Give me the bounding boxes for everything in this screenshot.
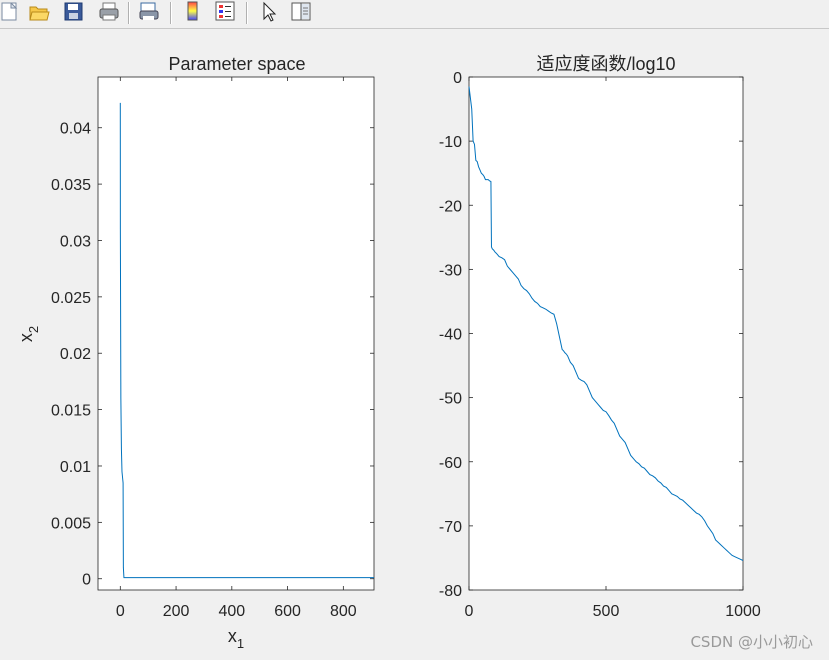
y-tick-label: -60 [439,455,462,472]
y-axis-label-main: x [16,333,36,342]
print-icon[interactable] [98,0,120,24]
colorbar-icon[interactable] [182,0,204,24]
y-tick-label: -50 [439,391,462,408]
property-editor-icon[interactable] [290,0,312,24]
figure-svg: 0 200 400 600 80000.0050.010.0150.020.0250.0… [16,54,761,651]
x-tick-label: 200 [163,603,190,620]
y-tick-label: 0.015 [51,403,91,420]
figure-toolbar [0,0,829,29]
x-tick-label: 1000 [725,603,761,620]
y-tick-label: -80 [439,583,462,600]
y-axis-label-subscript: 2 [26,326,41,333]
pointer-arrow-icon[interactable] [258,0,280,24]
axes-box [97,76,375,591]
x-tick-label: 0 [465,603,474,620]
y-axis-label: x2 [16,326,41,342]
x-axis-label: x1 [228,626,244,651]
x-axis-label-subscript: 1 [237,636,244,651]
chart-title: 适应度函数/log10 [536,54,675,74]
y-tick-label: -70 [439,519,462,536]
y-tick-label: 0.01 [60,459,91,476]
y-tick-label: -30 [439,262,462,279]
x-tick-label: 0 [116,603,125,620]
x-tick-label: 500 [593,603,620,620]
y-tick-label: -10 [439,134,462,151]
parameter-space-axes[interactable]: 0 200 400 600 800 0 0.005 0.01 0.015 0.02 0.025 0.0… [16,54,375,651]
x-axis-label-main: x [228,626,237,646]
open-folder-icon[interactable] [28,0,50,24]
y-tick-label: 0.03 [60,233,91,250]
axes-box [468,76,744,591]
x-tick-label: 600 [274,603,301,620]
y-tick-label: 0.04 [60,121,91,138]
print-preview-icon[interactable] [138,0,160,24]
legend-icon[interactable] [214,0,236,24]
y-tick-label: 0.005 [51,515,91,532]
y-tick-label: 0 [82,572,91,589]
y-tick-label: 0.025 [51,290,91,307]
save-icon[interactable] [63,0,85,24]
y-tick-label: 0 [453,70,462,87]
y-tick-label: 0.02 [60,346,91,363]
y-tick-label: -40 [439,327,462,344]
x-tick-label: 400 [218,603,245,620]
y-tick-label: 0.035 [51,177,91,194]
chart-title: Parameter space [168,54,305,74]
x-tick-label: 800 [330,603,357,620]
watermark-text: CSDN @小小初心 [690,633,813,651]
new-figure-icon[interactable] [0,0,22,24]
figure-canvas: 0 200 400 600 800 0 0.005 0.01 0.015 0.02 0.025 0.0… [0,29,829,660]
y-tick-label: -20 [439,198,462,215]
fitness-axes[interactable]: 0 500 1000 0 -10 -20 -30 -40 -50 -60 -70 -80 适应度函数/… [439,54,761,620]
